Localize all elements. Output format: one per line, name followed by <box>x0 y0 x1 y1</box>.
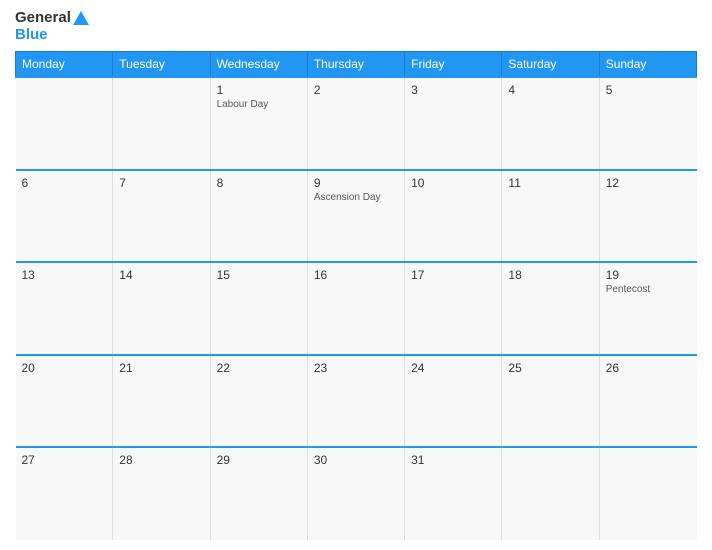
calendar-cell: 30 <box>307 447 404 540</box>
day-number: 17 <box>411 268 495 282</box>
calendar-cell: 3 <box>405 77 502 170</box>
day-number: 6 <box>22 176 107 190</box>
calendar-cell <box>16 77 113 170</box>
day-number: 26 <box>606 361 691 375</box>
day-number: 29 <box>217 453 301 467</box>
calendar-cell <box>502 447 599 540</box>
calendar-cell: 20 <box>16 355 113 448</box>
weekday-header-thursday: Thursday <box>307 52 404 78</box>
calendar-cell: 18 <box>502 262 599 355</box>
calendar-cell: 7 <box>113 170 210 263</box>
calendar-cell: 15 <box>210 262 307 355</box>
day-number: 31 <box>411 453 495 467</box>
calendar-cell: 23 <box>307 355 404 448</box>
event-label: Pentecost <box>606 284 691 295</box>
event-label: Ascension Day <box>314 192 398 203</box>
calendar-cell: 27 <box>16 447 113 540</box>
day-number: 2 <box>314 83 398 97</box>
calendar-cell: 2 <box>307 77 404 170</box>
calendar-cell: 16 <box>307 262 404 355</box>
week-row-1: 1 Labour Day 2345 <box>16 77 697 170</box>
calendar-cell: 31 <box>405 447 502 540</box>
calendar-cell: 6 <box>16 170 113 263</box>
week-row-3: 13 14 15 16 17 18 19 Pentecost <box>16 262 697 355</box>
day-number: 16 <box>314 268 398 282</box>
calendar-cell: 11 <box>502 170 599 263</box>
calendar-table: MondayTuesdayWednesdayThursdayFridaySatu… <box>15 51 697 540</box>
day-number: 24 <box>411 361 495 375</box>
day-number: 23 <box>314 361 398 375</box>
weekday-header-saturday: Saturday <box>502 52 599 78</box>
day-number: 11 <box>508 176 592 190</box>
day-number: 19 <box>606 268 691 282</box>
day-number: 12 <box>606 176 691 190</box>
calendar-cell: 13 <box>16 262 113 355</box>
day-number: 8 <box>217 176 301 190</box>
day-number: 21 <box>119 361 203 375</box>
week-row-2: 6789 Ascension Day 10 11 12 <box>16 170 697 263</box>
calendar-cell: 21 <box>113 355 210 448</box>
logo: GeneralBlue <box>15 10 89 43</box>
day-number: 30 <box>314 453 398 467</box>
day-number: 1 <box>217 83 301 97</box>
weekday-header-sunday: Sunday <box>599 52 696 78</box>
calendar-cell: 14 <box>113 262 210 355</box>
day-number: 13 <box>22 268 107 282</box>
logo-triangle-icon <box>73 11 89 25</box>
event-label: Labour Day <box>217 99 301 110</box>
weekday-header-tuesday: Tuesday <box>113 52 210 78</box>
calendar-cell: 8 <box>210 170 307 263</box>
calendar-cell: 26 <box>599 355 696 448</box>
day-number: 5 <box>606 83 691 97</box>
day-number: 3 <box>411 83 495 97</box>
calendar-cell: 5 <box>599 77 696 170</box>
day-number: 28 <box>119 453 203 467</box>
calendar-cell: 12 <box>599 170 696 263</box>
weekday-header-monday: Monday <box>16 52 113 78</box>
calendar-cell: 17 <box>405 262 502 355</box>
calendar-cell: 29 <box>210 447 307 540</box>
day-number: 9 <box>314 176 398 190</box>
week-row-5: 27 28 29 30 31 <box>16 447 697 540</box>
day-number: 10 <box>411 176 495 190</box>
weekday-header-wednesday: Wednesday <box>210 52 307 78</box>
calendar-cell: 9 Ascension Day <box>307 170 404 263</box>
calendar-cell: 1 Labour Day <box>210 77 307 170</box>
calendar-cell: 19 Pentecost <box>599 262 696 355</box>
day-number: 22 <box>217 361 301 375</box>
weekday-header-friday: Friday <box>405 52 502 78</box>
calendar-cell: 25 <box>502 355 599 448</box>
day-number: 4 <box>508 83 592 97</box>
day-number: 7 <box>119 176 203 190</box>
logo-blue-text: Blue <box>15 27 89 44</box>
page-header: GeneralBlue <box>15 10 697 43</box>
week-row-4: 20 21 22 23 24 25 26 <box>16 355 697 448</box>
calendar-cell: 4 <box>502 77 599 170</box>
calendar-cell: 22 <box>210 355 307 448</box>
day-number: 20 <box>22 361 107 375</box>
calendar-cell <box>599 447 696 540</box>
day-number: 15 <box>217 268 301 282</box>
day-number: 25 <box>508 361 592 375</box>
logo-general-text: General <box>15 10 71 27</box>
day-number: 27 <box>22 453 107 467</box>
day-number: 14 <box>119 268 203 282</box>
weekday-header-row: MondayTuesdayWednesdayThursdayFridaySatu… <box>16 52 697 78</box>
calendar-cell: 28 <box>113 447 210 540</box>
calendar-cell: 24 <box>405 355 502 448</box>
calendar-cell: 10 <box>405 170 502 263</box>
calendar-cell <box>113 77 210 170</box>
day-number: 18 <box>508 268 592 282</box>
